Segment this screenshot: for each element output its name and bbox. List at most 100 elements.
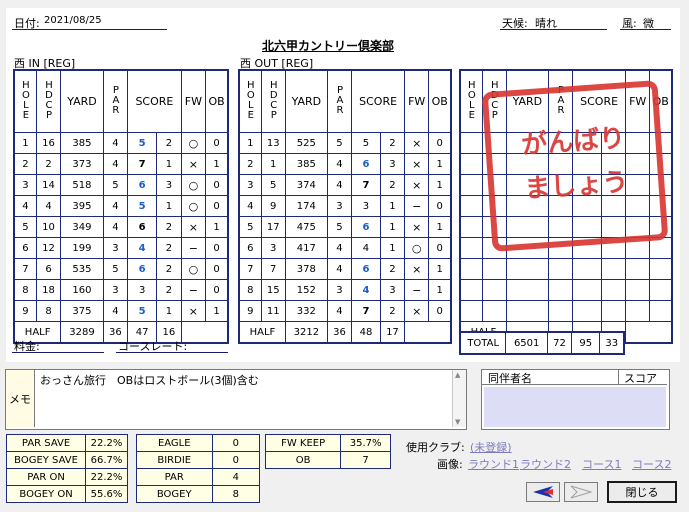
score-cell[interactable]: 6 <box>351 216 381 238</box>
stat-label: PAR SAVE <box>5 434 87 452</box>
ob-cell: 1 <box>205 216 229 238</box>
stat-value: 35.7% <box>340 434 391 452</box>
ob-header: OB <box>428 69 452 133</box>
ob-cell: 1 <box>428 216 452 238</box>
empty-cell[interactable] <box>649 300 673 322</box>
empty-cell[interactable] <box>459 132 483 154</box>
image-link-round2[interactable]: ラウンド2 <box>520 456 571 472</box>
memo-scrollbar[interactable]: ▲ ▼ <box>452 370 466 427</box>
image-link-course2[interactable]: コース2 <box>632 456 671 472</box>
image-link-round1[interactable]: ラウンド1 <box>468 456 519 472</box>
empty-cell[interactable] <box>572 300 602 322</box>
score-cell[interactable]: 7 <box>127 153 158 175</box>
putt-cell: 2 <box>156 132 182 154</box>
score-cell[interactable]: 3 <box>351 195 381 217</box>
memo-text: おっさん旅行 OBはロストボール(3個)含む <box>40 374 259 387</box>
score-cell[interactable]: 6 <box>127 216 158 238</box>
ob-header: OB <box>205 69 229 133</box>
companions-list[interactable] <box>484 387 666 427</box>
next-button[interactable] <box>564 482 598 502</box>
score-cell[interactable]: 6 <box>127 258 158 280</box>
empty-cell[interactable] <box>459 237 483 259</box>
empty-cell[interactable] <box>481 258 507 280</box>
ob-cell: 0 <box>428 132 452 154</box>
score-cell[interactable]: 6 <box>127 174 158 196</box>
course-rate-field[interactable] <box>116 352 228 353</box>
empty-cell[interactable] <box>600 279 627 301</box>
empty-cell[interactable] <box>481 279 507 301</box>
empty-cell[interactable] <box>547 300 574 322</box>
empty-cell[interactable] <box>505 300 549 322</box>
fee-field[interactable] <box>12 352 104 353</box>
score-cell[interactable]: 5 <box>127 132 158 154</box>
score-cell[interactable]: 4 <box>351 237 381 259</box>
score-cell[interactable]: 7 <box>351 174 381 196</box>
clubs-label: 使用クラブ: <box>406 441 465 454</box>
ob-cell: 0 <box>205 174 229 196</box>
empty-cell[interactable] <box>625 279 651 301</box>
empty-cell[interactable] <box>459 153 483 175</box>
score-cell[interactable]: 4 <box>351 279 381 301</box>
empty-cell[interactable] <box>625 258 651 280</box>
empty-cell[interactable] <box>505 279 549 301</box>
par-cell: 4 <box>102 216 129 238</box>
empty-cell[interactable] <box>649 279 673 301</box>
empty-cell[interactable] <box>459 258 483 280</box>
empty-cell[interactable] <box>547 279 574 301</box>
score-cell[interactable]: 6 <box>351 153 381 175</box>
memo-box[interactable]: メモ おっさん旅行 OBはロストボール(3個)含む ▲ ▼ <box>5 369 467 430</box>
empty-cell[interactable] <box>600 258 627 280</box>
empty-cell[interactable] <box>572 279 602 301</box>
hole-row: 2 2 373 4 7 1 × 1 <box>13 153 229 175</box>
yard-cell: 385 <box>60 132 104 154</box>
score-cell[interactable]: 3 <box>127 279 158 301</box>
empty-cell[interactable] <box>459 279 483 301</box>
score-cell[interactable]: 5 <box>351 132 381 154</box>
score-cell[interactable]: 6 <box>351 258 381 280</box>
putt-cell: 2 <box>379 174 406 196</box>
score-header: SCORE <box>351 69 406 133</box>
prev-button[interactable] <box>526 482 560 502</box>
putt-cell: 1 <box>156 300 182 322</box>
fw-cell: × <box>404 300 430 322</box>
par-cell: 4 <box>102 195 129 217</box>
score-cell[interactable]: 5 <box>127 195 158 217</box>
stat-row: BOGEY 8 <box>136 485 260 503</box>
column-divider <box>618 369 619 384</box>
stat-row: PAR 4 <box>136 468 260 486</box>
hdcp-cell: 10 <box>35 216 62 238</box>
empty-cell[interactable] <box>625 300 651 322</box>
image-link-course1[interactable]: コース1 <box>582 456 621 472</box>
stat-label: EAGLE <box>136 434 213 452</box>
close-button[interactable]: 閉じる <box>607 481 677 503</box>
empty-cell[interactable] <box>459 195 483 217</box>
scroll-up-icon[interactable]: ▲ <box>455 371 460 379</box>
putt-cell: 2 <box>156 216 182 238</box>
clubs-link[interactable]: (未登録) <box>470 439 512 455</box>
fw-cell: × <box>180 300 207 322</box>
empty-cell[interactable] <box>649 258 673 280</box>
empty-cell[interactable] <box>459 216 483 238</box>
empty-cell[interactable] <box>547 258 574 280</box>
fw-cell: × <box>404 216 430 238</box>
empty-cell[interactable] <box>600 300 627 322</box>
score-cell[interactable]: 4 <box>127 237 158 259</box>
hdcp-cell: 18 <box>35 279 62 301</box>
stat-label: PAR ON <box>5 468 87 486</box>
empty-cell[interactable] <box>481 300 507 322</box>
stats-score-table: EAGLE 0 BIRDIE 0 PAR 4 BOGEY 8 <box>136 434 260 503</box>
out-scorecard-table: HOLE HDCP YARD PAR SCORE FW OB 1 13 525 5 5 2… <box>238 69 452 344</box>
empty-cell[interactable] <box>459 300 483 322</box>
hole-cell: 1 <box>238 132 262 154</box>
ob-cell: 1 <box>205 300 229 322</box>
score-cell[interactable]: 5 <box>127 300 158 322</box>
score-cell[interactable]: 7 <box>351 300 381 322</box>
date-value: 2021/08/25 <box>44 15 102 26</box>
empty-cell[interactable] <box>505 258 549 280</box>
stats-fw-table: FW KEEP 35.7% OB 7 <box>264 434 391 469</box>
hdcp-header: HDCP <box>35 69 62 133</box>
empty-cell[interactable] <box>459 174 483 196</box>
fw-header: FW <box>404 69 430 133</box>
empty-cell[interactable] <box>572 258 602 280</box>
scroll-down-icon[interactable]: ▼ <box>455 418 460 426</box>
